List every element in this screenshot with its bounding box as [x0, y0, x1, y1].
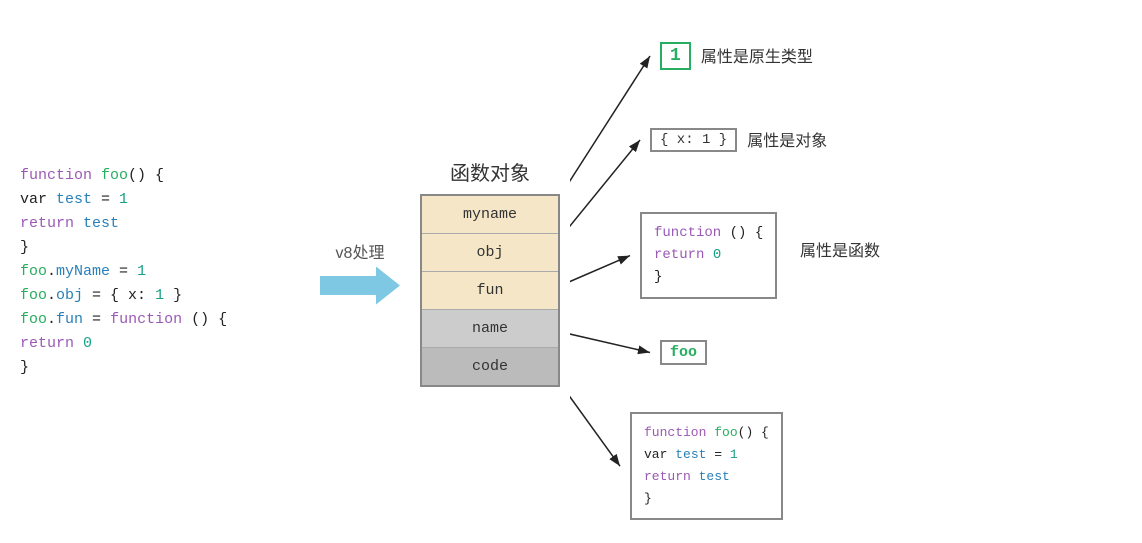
code-line: return 0: [20, 332, 310, 356]
func-obj-row-myname: myname: [422, 196, 558, 234]
code-line: foo.fun = function () {: [20, 308, 310, 332]
annotations-area: 1 属性是原生类型 { x: 1 } 属性是对象 function () { r…: [580, 22, 1122, 522]
func-obj-row-fun: fun: [422, 272, 558, 310]
arrow-label: v8处理: [336, 239, 385, 263]
code-block: function foo() { var test = 1 return tes…: [20, 164, 310, 380]
code-line: }: [20, 236, 310, 260]
func-obj-title: 函数对象: [450, 157, 530, 186]
primitive-label: 属性是原生类型: [701, 43, 813, 69]
code-ann-line: }: [644, 488, 769, 510]
func-obj-section: 函数对象 mynameobjfunnamecode: [410, 157, 570, 387]
code-line: }: [20, 356, 310, 380]
code-ann-line: return test: [644, 466, 769, 488]
main-container: function foo() { var test = 1 return tes…: [0, 0, 1142, 543]
func-obj-row-obj: obj: [422, 234, 558, 272]
func-obj-box: mynameobjfunnamecode: [420, 194, 560, 387]
func-ann-line: function () {: [654, 222, 763, 244]
ann-foo-name: foo: [660, 340, 707, 365]
code-line: return test: [20, 212, 310, 236]
object-value: { x: 1 }: [650, 128, 737, 152]
func-ann-line: return 0: [654, 244, 763, 266]
ann-function: function () { return 0}: [640, 212, 777, 299]
func-obj-row-code: code: [422, 348, 558, 385]
function-label: 属性是函数: [800, 237, 880, 263]
func-ann-line: }: [654, 266, 763, 288]
code-line: var test = 1: [20, 188, 310, 212]
code-line: foo.myName = 1: [20, 260, 310, 284]
ann-code-box: function foo() { var test = 1 return tes…: [630, 412, 783, 520]
code-line: function foo() {: [20, 164, 310, 188]
code-ann-line: function foo() {: [644, 422, 769, 444]
code-line: foo.obj = { x: 1 }: [20, 284, 310, 308]
arrow-icon: [320, 267, 400, 305]
primitive-value: 1: [660, 42, 691, 70]
func-obj-row-name: name: [422, 310, 558, 348]
code-ann-line: var test = 1: [644, 444, 769, 466]
v8-arrow-section: v8处理: [310, 239, 410, 305]
foo-value: foo: [670, 344, 697, 361]
ann-object: { x: 1 } 属性是对象: [650, 127, 827, 153]
ann-primitive: 1 属性是原生类型: [660, 42, 813, 70]
object-label: 属性是对象: [747, 127, 827, 153]
